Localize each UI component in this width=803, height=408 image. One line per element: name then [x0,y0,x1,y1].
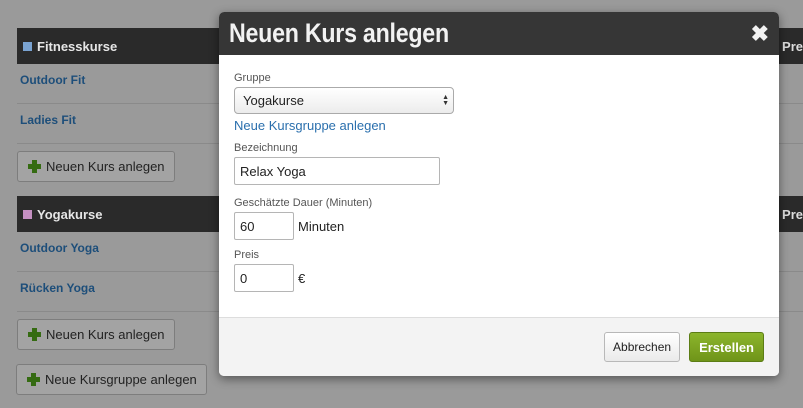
price-unit: € [298,270,306,286]
name-label: Bezeichnung [234,142,298,154]
group-label: Gruppe [234,72,271,84]
group-select-value: Yogakurse [243,93,304,108]
add-course-button[interactable]: Neuen Kurs anlegen [17,319,175,350]
plus-icon [27,373,40,386]
button-label: Neuen Kurs anlegen [46,327,165,342]
button-label: Neue Kursgruppe anlegen [45,372,197,387]
course-link[interactable]: Rücken Yoga [20,281,95,295]
duration-unit: Minuten [298,218,345,234]
duration-label: Geschätzte Dauer (Minuten) [234,197,373,209]
section-title: Yogakurse [37,206,103,222]
price-label: Preis [234,249,260,261]
course-link[interactable]: Outdoor Yoga [20,241,99,255]
price-input[interactable]: 0 [234,264,294,292]
button-label: Neuen Kurs anlegen [46,159,165,174]
create-button[interactable]: Erstellen [689,332,764,362]
course-link[interactable]: Ladies Fit [20,113,76,127]
dialog-footer: Abbrechen Erstellen [219,317,779,376]
add-course-button[interactable]: Neuen Kurs anlegen [17,151,175,182]
section-title: Fitnesskurse [37,38,118,54]
plus-icon [28,328,41,341]
select-arrows-icon: ▲ ▼ [442,93,449,107]
group-color-icon [23,209,32,219]
dialog-title: Neuen Kurs anlegen [229,18,449,48]
add-course-group-button[interactable]: Neue Kursgruppe anlegen [16,364,207,395]
close-icon[interactable]: ✖ [751,21,769,47]
new-course-dialog: Neuen Kurs anlegen ✖ Gruppe Yogakurse ▲ ▼… [219,12,779,376]
duration-row: 60 Minuten [234,212,764,240]
dialog-header: Neuen Kurs anlegen ✖ [219,12,779,55]
cancel-button[interactable]: Abbrechen [604,332,681,362]
course-link[interactable]: Outdoor Fit [20,73,85,87]
group-select[interactable]: Yogakurse ▲ ▼ [234,87,454,114]
column-header-price: Pre [782,206,803,222]
name-input[interactable]: Relax Yoga [234,157,440,185]
price-row: 0 € [234,264,764,292]
dialog-body: Gruppe Yogakurse ▲ ▼ Neue Kursgruppe anle… [219,55,779,317]
group-color-icon [23,41,32,51]
plus-icon [28,160,41,173]
duration-input[interactable]: 60 [234,212,294,240]
column-header-price: Pre [782,38,803,54]
new-group-link[interactable]: Neue Kursgruppe anlegen [234,118,764,133]
